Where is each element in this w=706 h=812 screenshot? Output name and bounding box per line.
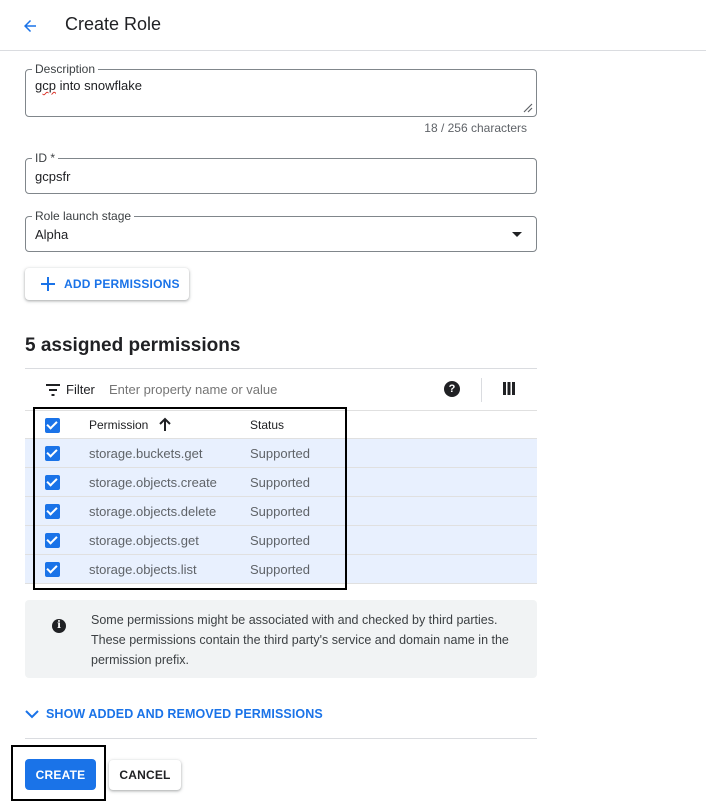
filter-bar: Filter ? (25, 368, 537, 410)
row-checkbox[interactable] (45, 475, 60, 490)
launch-stage-label: Role launch stage (32, 209, 135, 223)
status-cell: Supported (250, 504, 310, 519)
arrow-up-sort-icon[interactable] (159, 417, 171, 432)
assigned-permissions-heading: 5 assigned permissions (25, 335, 241, 356)
info-icon: i (52, 619, 66, 633)
id-value: gcpsfr (35, 169, 71, 184)
table-row[interactable]: storage.objects.list Supported (25, 555, 537, 584)
resize-handle-icon[interactable] (523, 103, 533, 113)
footer-divider (25, 738, 537, 739)
help-icon[interactable]: ? (444, 381, 460, 397)
column-header-status: Status (250, 418, 285, 432)
back-button[interactable] (16, 12, 44, 40)
row-checkbox[interactable] (45, 533, 60, 548)
misspelled-word: gcp (35, 78, 56, 93)
filter-label: Filter (66, 382, 95, 397)
row-checkbox[interactable] (45, 562, 60, 577)
status-cell: Supported (250, 475, 310, 490)
status-cell: Supported (250, 446, 310, 461)
filter-icon (46, 384, 60, 396)
permission-cell: storage.objects.list (89, 562, 197, 577)
permission-cell: storage.buckets.get (89, 446, 203, 461)
add-permissions-button[interactable]: ADD PERMISSIONS (25, 268, 189, 300)
cancel-button[interactable]: CANCEL (109, 760, 181, 790)
table-row[interactable]: storage.buckets.get Supported (25, 439, 537, 468)
permissions-table: Permission Status storage.buckets.get Su… (25, 410, 537, 584)
table-row[interactable]: storage.objects.get Supported (25, 526, 537, 555)
row-checkbox[interactable] (45, 504, 60, 519)
permission-cell: storage.objects.delete (89, 504, 217, 519)
table-row[interactable]: storage.objects.delete Supported (25, 497, 537, 526)
id-label: ID * (32, 151, 59, 165)
status-cell: Supported (250, 562, 310, 577)
table-row[interactable]: storage.objects.create Supported (25, 468, 537, 497)
character-count: 18 / 256 characters (424, 121, 527, 135)
add-permissions-label: ADD PERMISSIONS (64, 277, 180, 291)
plus-icon (41, 277, 55, 291)
show-changes-label: SHOW ADDED AND REMOVED PERMISSIONS (46, 707, 323, 721)
id-field[interactable]: ID * gcpsfr (25, 151, 537, 194)
chevron-down-icon (25, 710, 39, 719)
page-header: Create Role (0, 0, 706, 51)
dropdown-arrow-icon (512, 232, 522, 237)
info-text: Some permissions might be associated wit… (91, 613, 509, 667)
permission-cell: storage.objects.create (89, 475, 217, 490)
page-title: Create Role (65, 14, 162, 34)
column-header-permission[interactable]: Permission (89, 418, 148, 432)
description-value[interactable]: gcp into snowflake (35, 78, 142, 93)
description-field[interactable]: Description gcp into snowflake (25, 62, 537, 117)
row-checkbox[interactable] (45, 446, 60, 461)
description-value-rest: into snowflake (55, 78, 142, 93)
table-header-row: Permission Status (25, 410, 537, 439)
toolbar-divider (481, 378, 482, 402)
description-label: Description (32, 62, 99, 76)
create-button[interactable]: CREATE (25, 759, 96, 790)
permission-cell: storage.objects.get (89, 533, 199, 548)
filter-input[interactable] (109, 382, 429, 397)
show-added-removed-permissions-link[interactable]: SHOW ADDED AND REMOVED PERMISSIONS (25, 706, 323, 722)
select-all-checkbox[interactable] (45, 418, 60, 433)
status-cell: Supported (250, 533, 310, 548)
info-notice: i Some permissions might be associated w… (25, 600, 537, 678)
column-display-icon[interactable] (503, 382, 515, 395)
arrow-back-icon (24, 20, 36, 32)
launch-stage-select[interactable]: Role launch stage Alpha (25, 209, 537, 252)
launch-stage-value: Alpha (35, 227, 69, 242)
